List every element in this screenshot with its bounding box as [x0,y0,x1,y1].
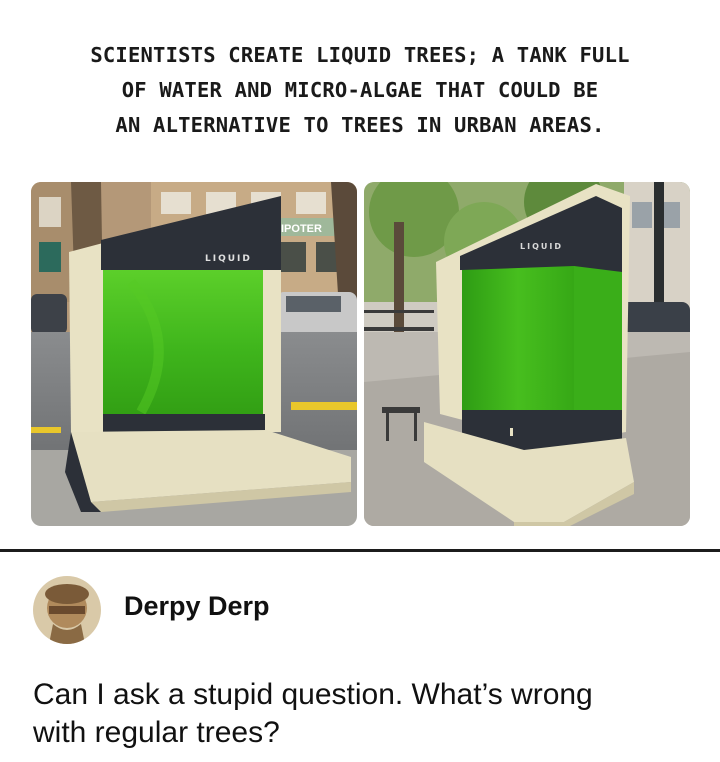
tank-label-left: LIQUID [205,254,252,264]
photo-liquid-tree-front[interactable]: IPOTER LIQUID [31,182,357,526]
divider [0,549,720,552]
storefront-sign: IPOTER [281,223,322,235]
tank-label-right: LIQUID [520,242,563,251]
avatar[interactable] [33,576,101,644]
comment-line-1: Can I ask a stupid question. What’s wron… [33,678,593,711]
photo-left-illustration: IPOTER LIQUID [31,182,357,526]
photo-right-illustration: LIQUID [364,182,690,526]
headline-line-2: OF WATER AND MICRO-ALGAE THAT COULD BE [121,78,599,102]
comment-author[interactable]: Derpy Derp [124,591,270,622]
comment-line-2: with regular trees? [33,716,280,749]
headline-line-1: SCIENTISTS CREATE LIQUID TREES; A TANK F… [90,43,630,67]
headline: SCIENTISTS CREATE LIQUID TREES; A TANK F… [0,38,720,143]
avatar-image [33,576,101,644]
comment-text: Can I ask a stupid question. What’s wron… [33,676,703,752]
photo-liquid-tree-side[interactable]: LIQUID [364,182,690,526]
headline-line-3: AN ALTERNATIVE TO TREES IN URBAN AREAS. [115,113,605,137]
